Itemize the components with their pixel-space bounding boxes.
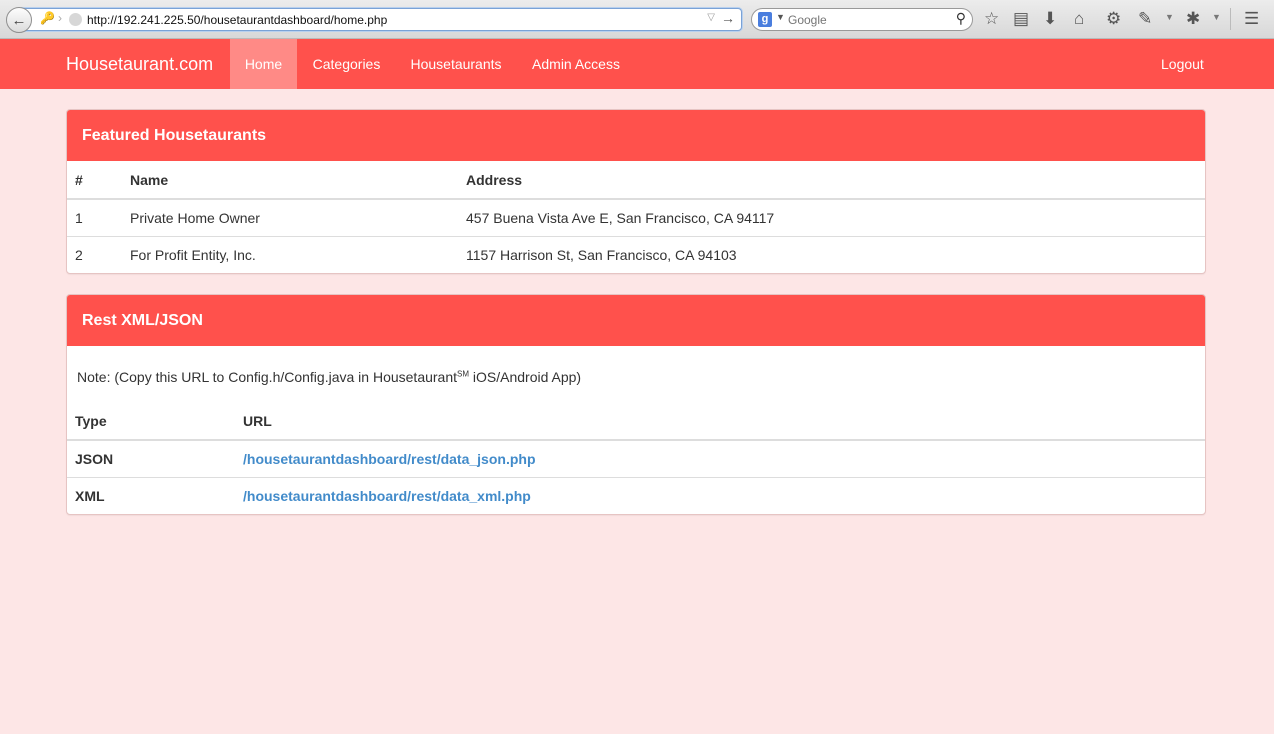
row-address: 457 Buena Vista Ave E, San Francisco, CA… xyxy=(466,209,775,226)
rest-panel-title: Rest XML/JSON xyxy=(67,295,1205,346)
note-prefix: Note: (Copy this URL to Config.h/Config.… xyxy=(77,369,458,385)
nav-home[interactable]: Home xyxy=(230,39,297,89)
browser-toolbar: ← 🔑 › http://192.241.225.50/housetaurant… xyxy=(0,0,1274,39)
addon-icon[interactable]: ✱ xyxy=(1186,9,1200,29)
nav-housetaurants[interactable]: Housetaurants xyxy=(396,39,516,89)
table-row: 1 Private Home Owner 457 Buena Vista Ave… xyxy=(67,199,1205,236)
search-icon[interactable]: ⚲ xyxy=(956,10,966,27)
row-type: JSON xyxy=(75,450,114,467)
service-mark: SM xyxy=(457,369,470,379)
column-header-name: Name xyxy=(122,161,458,200)
row-name: For Profit Entity, Inc. xyxy=(122,235,458,273)
home-icon[interactable]: ⌂ xyxy=(1074,9,1084,29)
featured-panel-title: Featured Housetaurants xyxy=(67,110,1205,161)
history-dropdown-icon[interactable]: ▽ xyxy=(707,12,715,23)
dropdown-arrow-icon[interactable]: ▼ xyxy=(1165,12,1174,22)
globe-icon xyxy=(69,13,82,26)
url-bar[interactable]: 🔑 › http://192.241.225.50/housetaurantda… xyxy=(22,8,742,31)
url-text: http://192.241.225.50/housetaurantdashbo… xyxy=(87,13,388,27)
rest-table: Type URL JSON /housetaurantdashboard/res… xyxy=(67,402,1205,514)
column-header-type: Type xyxy=(67,402,235,441)
featured-table: # Name Address 1 Private Home Owner 457 … xyxy=(67,161,1205,273)
chevron-right-icon: › xyxy=(58,11,62,25)
row-address: 1157 Harrison St, San Francisco, CA 9410… xyxy=(458,235,1205,273)
key-icon: 🔑 xyxy=(40,11,55,25)
column-header-address: Address xyxy=(458,161,1205,200)
go-arrow-icon[interactable]: → xyxy=(721,10,735,26)
json-url-link[interactable]: /housetaurantdashboard/rest/data_json.ph… xyxy=(243,451,536,467)
bookmark-star-icon[interactable]: ☆ xyxy=(984,9,999,29)
navbar: Housetaurant.com Home Categories Houseta… xyxy=(0,39,1274,89)
row-name: Private Home Owner xyxy=(130,209,260,226)
bookmarks-list-icon[interactable]: ▤ xyxy=(1013,9,1029,29)
back-arrow-icon: ← xyxy=(11,11,27,29)
google-engine-icon[interactable]: g xyxy=(758,12,772,27)
nav-admin-access[interactable]: Admin Access xyxy=(516,39,636,89)
developer-tools-icon[interactable]: ✎ xyxy=(1138,9,1152,29)
rest-panel: Rest XML/JSON Note: (Copy this URL to Co… xyxy=(66,294,1206,515)
search-box[interactable]: g ▼ ⚲ xyxy=(751,8,973,31)
column-header-number: # xyxy=(67,161,122,200)
column-header-url: URL xyxy=(235,402,1205,441)
logout-link[interactable]: Logout xyxy=(1161,39,1204,89)
table-row: JSON /housetaurantdashboard/rest/data_js… xyxy=(67,440,1205,477)
engine-dropdown-icon[interactable]: ▼ xyxy=(776,12,785,22)
table-row: XML /housetaurantdashboard/rest/data_xml… xyxy=(67,476,1205,514)
sync-icon[interactable]: ⚙ xyxy=(1106,9,1121,29)
back-button[interactable]: ← xyxy=(6,7,32,33)
download-icon[interactable]: ⬇ xyxy=(1043,9,1057,29)
search-input[interactable] xyxy=(788,11,948,28)
row-type: XML xyxy=(67,476,235,514)
xml-url-link[interactable]: /housetaurantdashboard/rest/data_xml.php xyxy=(243,488,531,504)
row-number: 1 xyxy=(75,209,83,226)
note-suffix: iOS/Android App) xyxy=(469,369,582,385)
menu-icon[interactable]: ☰ xyxy=(1244,9,1259,29)
table-row: 2 For Profit Entity, Inc. 1157 Harrison … xyxy=(67,235,1205,273)
note-text: Note: (Copy this URL to Config.h/Config.… xyxy=(67,346,1205,402)
nav-categories[interactable]: Categories xyxy=(297,39,396,89)
featured-panel: Featured Housetaurants # Name Address 1 … xyxy=(66,109,1206,274)
addon-dropdown-icon[interactable]: ▼ xyxy=(1212,12,1221,22)
toolbar-divider xyxy=(1230,8,1231,30)
brand-logo[interactable]: Housetaurant.com xyxy=(66,39,213,89)
row-number: 2 xyxy=(67,235,122,273)
